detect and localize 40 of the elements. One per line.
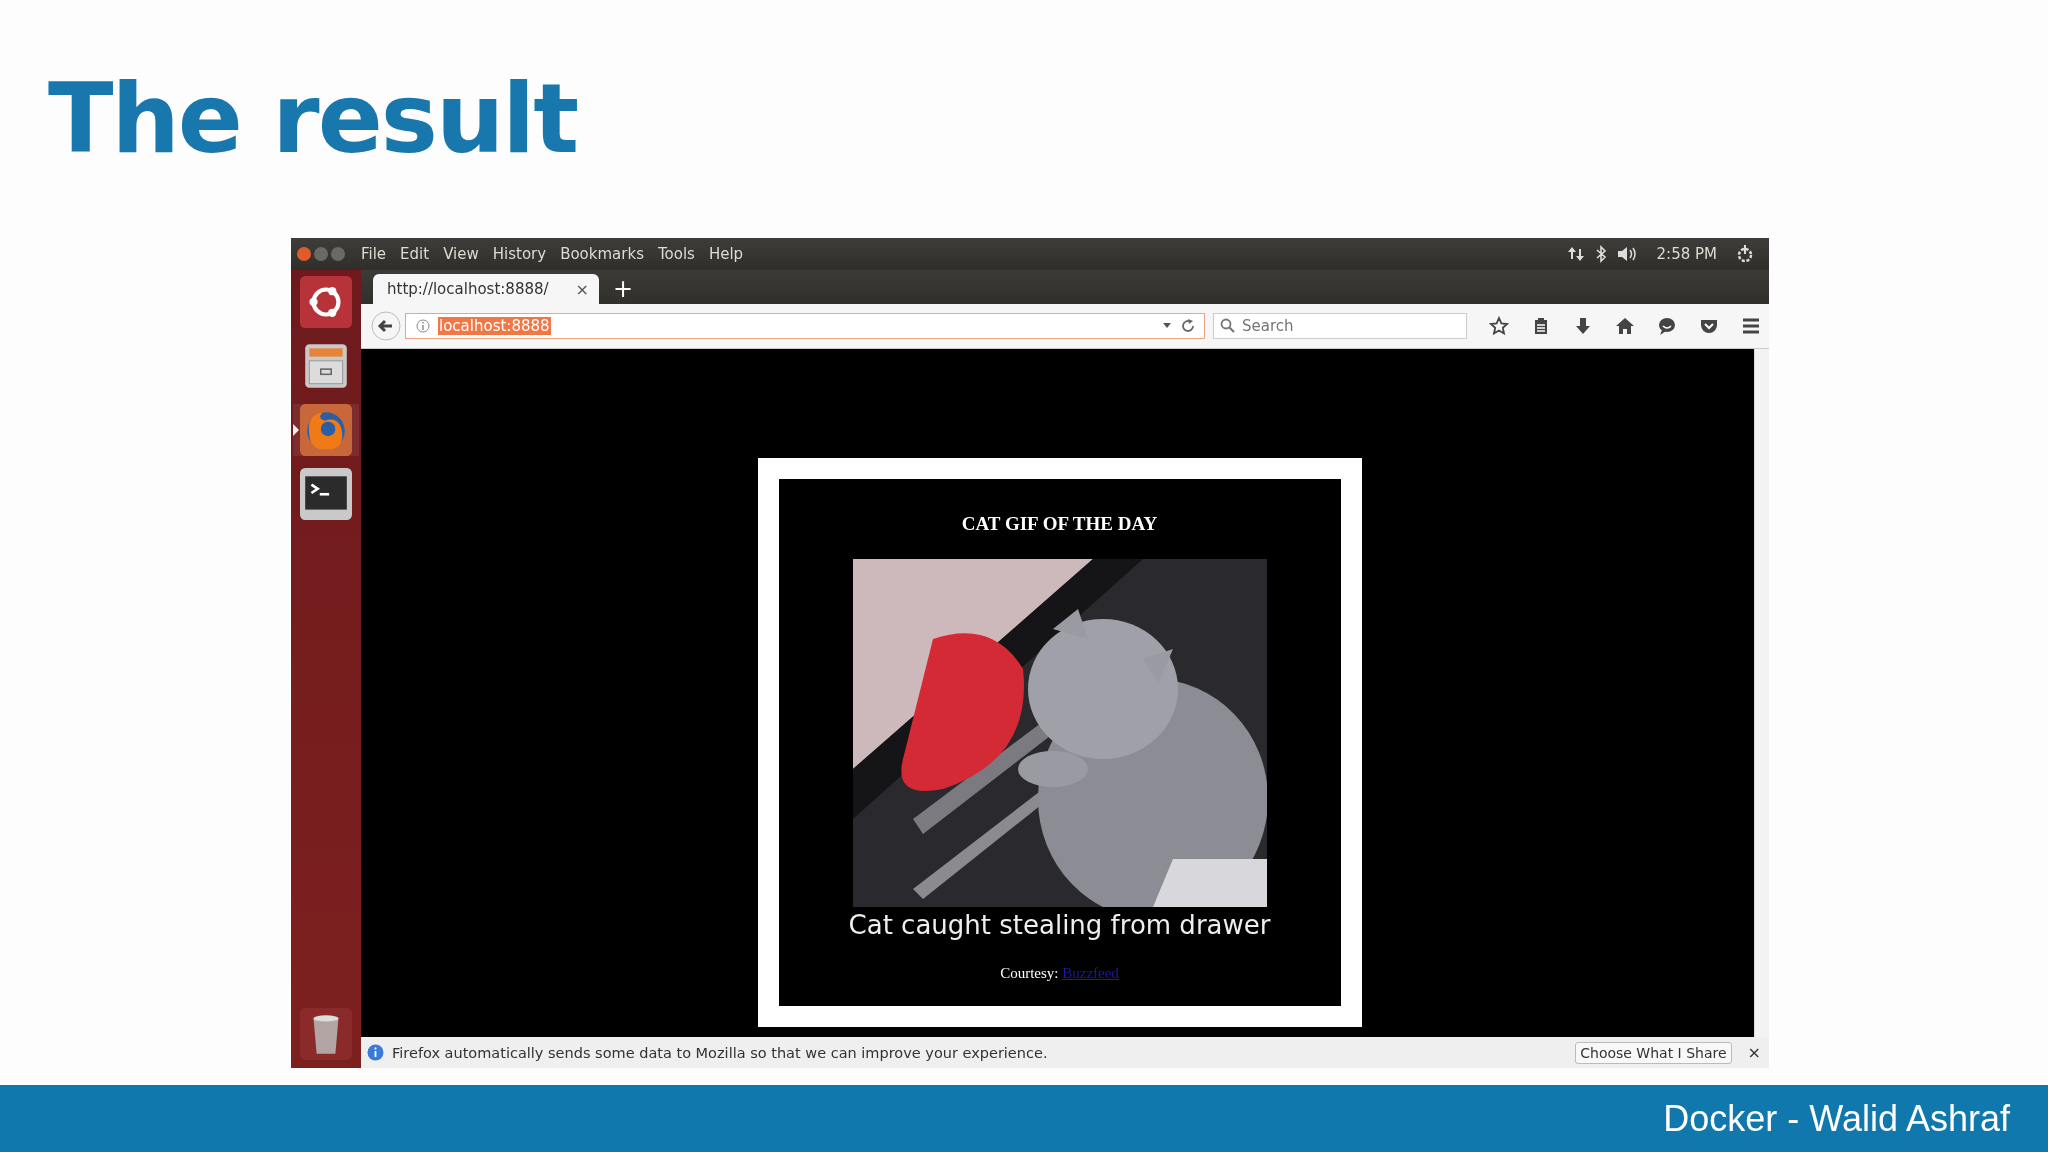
menu-item[interactable]: History — [490, 245, 549, 263]
close-button[interactable]: × — [1747, 1043, 1761, 1062]
notification-text: Firefox automatically sends some data to Mozilla so that we can improve your experience. — [392, 1044, 1048, 1061]
browser-tab[interactable]: http://localhost:8888/ × — [373, 274, 599, 304]
back-button[interactable] — [371, 311, 401, 341]
search-box[interactable]: Search — [1213, 313, 1467, 339]
window-close-icon[interactable] — [297, 247, 311, 261]
new-tab-button[interactable]: + — [613, 274, 634, 304]
info-icon — [367, 1044, 384, 1061]
footer-text: Docker - Walid Ashraf — [1663, 1097, 2010, 1140]
chat-bubble-icon[interactable] — [1657, 316, 1677, 336]
trash-icon[interactable] — [300, 1008, 352, 1060]
ubuntu-icon[interactable] — [300, 276, 352, 328]
menu-item[interactable]: File — [359, 245, 389, 263]
page-heading: CAT GIF OF THE DAY — [961, 513, 1158, 535]
menu-item[interactable]: Bookmarks — [558, 245, 646, 263]
network-icon[interactable] — [1566, 245, 1585, 263]
menu-item[interactable]: Help — [706, 245, 746, 263]
info-icon[interactable] — [416, 319, 430, 333]
settings-icon[interactable] — [1735, 244, 1755, 264]
menu-item[interactable]: Tools — [655, 245, 697, 263]
courtesy-label: Courtesy: — [1000, 965, 1059, 981]
menu-item[interactable]: Edit — [398, 245, 432, 263]
download-icon[interactable] — [1573, 316, 1593, 336]
scrollbar[interactable] — [1754, 349, 1769, 1037]
menu-icon[interactable] — [1741, 316, 1761, 336]
close-tab-button[interactable]: × — [575, 279, 589, 299]
reload-icon[interactable] — [1180, 318, 1196, 334]
slide-title: The result — [48, 62, 579, 177]
terminal-icon[interactable] — [300, 468, 352, 520]
search-icon — [1220, 318, 1236, 334]
image-caption: Cat caught stealing from drawer — [848, 909, 1271, 941]
dropdown-icon[interactable] — [1162, 322, 1172, 330]
bookmark-star-icon[interactable] — [1489, 316, 1509, 336]
volume-icon[interactable] — [1616, 245, 1639, 263]
home-icon[interactable] — [1615, 316, 1635, 336]
bluetooth-icon[interactable] — [1594, 245, 1607, 263]
choose-share-button[interactable]: Choose What I Share — [1575, 1041, 1732, 1064]
clock[interactable]: 2:58 PM — [1656, 245, 1717, 263]
menu-item[interactable]: View — [441, 245, 481, 263]
